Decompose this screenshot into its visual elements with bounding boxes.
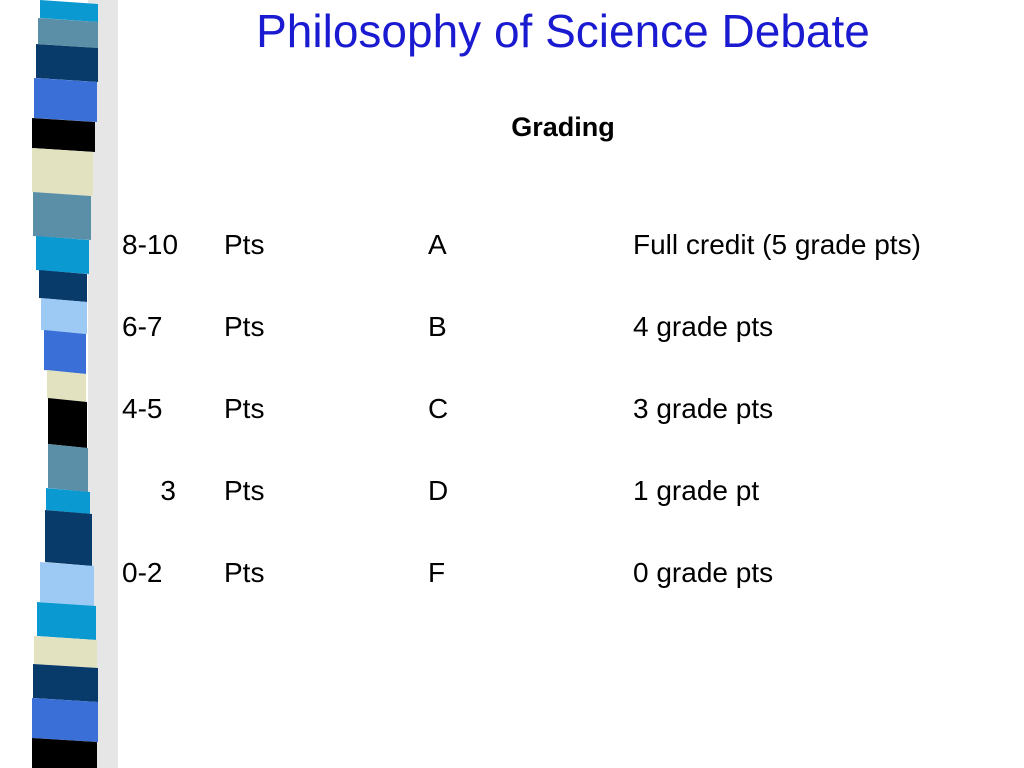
letter-grade: F	[428, 557, 446, 588]
stripe-band	[46, 488, 90, 514]
stripe-band	[41, 298, 87, 334]
stripe-band	[32, 148, 93, 196]
slide-subtitle: Grading	[511, 112, 615, 142]
grade-credit: 0 grade pts	[633, 557, 774, 588]
stripe-band	[48, 444, 88, 492]
stripe-band	[45, 510, 92, 566]
grade-credit: 3 grade pts	[633, 393, 774, 424]
points-unit: Pts	[224, 557, 265, 588]
grade-credit: 1 grade pt	[633, 475, 760, 506]
stripe-band	[32, 738, 97, 768]
points-range: 4-5	[122, 393, 163, 424]
points-range: 6-7	[122, 311, 163, 342]
stripe-band	[47, 370, 86, 402]
grade-credit: Full credit (5 grade pts)	[633, 229, 921, 260]
points-range: 0-2	[122, 557, 163, 588]
stripe-band	[33, 192, 91, 240]
stripe-band	[48, 398, 87, 448]
points-range: 3	[160, 475, 176, 506]
stripe-band	[36, 236, 89, 274]
points-unit: Pts	[224, 229, 265, 260]
points-unit: Pts	[224, 311, 265, 342]
letter-grade: B	[428, 311, 447, 342]
points-unit: Pts	[224, 393, 265, 424]
stripe-band	[44, 330, 86, 374]
grade-credit: 4 grade pts	[633, 311, 774, 342]
stripe-band	[39, 270, 87, 302]
letter-grade: D	[428, 475, 449, 506]
stripe-band	[38, 18, 98, 48]
points-range: 8-10	[122, 229, 179, 260]
stripe-band	[32, 118, 95, 152]
stripe-band	[33, 664, 98, 702]
stripe-band	[37, 602, 96, 640]
decorative-stripe	[32, 0, 118, 768]
letter-grade: C	[428, 393, 449, 424]
letter-grade: A	[428, 229, 447, 260]
stripe-band	[32, 698, 98, 742]
stripe-band	[34, 78, 97, 122]
stripe-band	[36, 44, 98, 82]
points-unit: Pts	[224, 475, 265, 506]
slide-title: Philosophy of Science Debate	[256, 5, 870, 57]
stripe-band	[34, 636, 97, 668]
stripe-band	[40, 562, 94, 606]
